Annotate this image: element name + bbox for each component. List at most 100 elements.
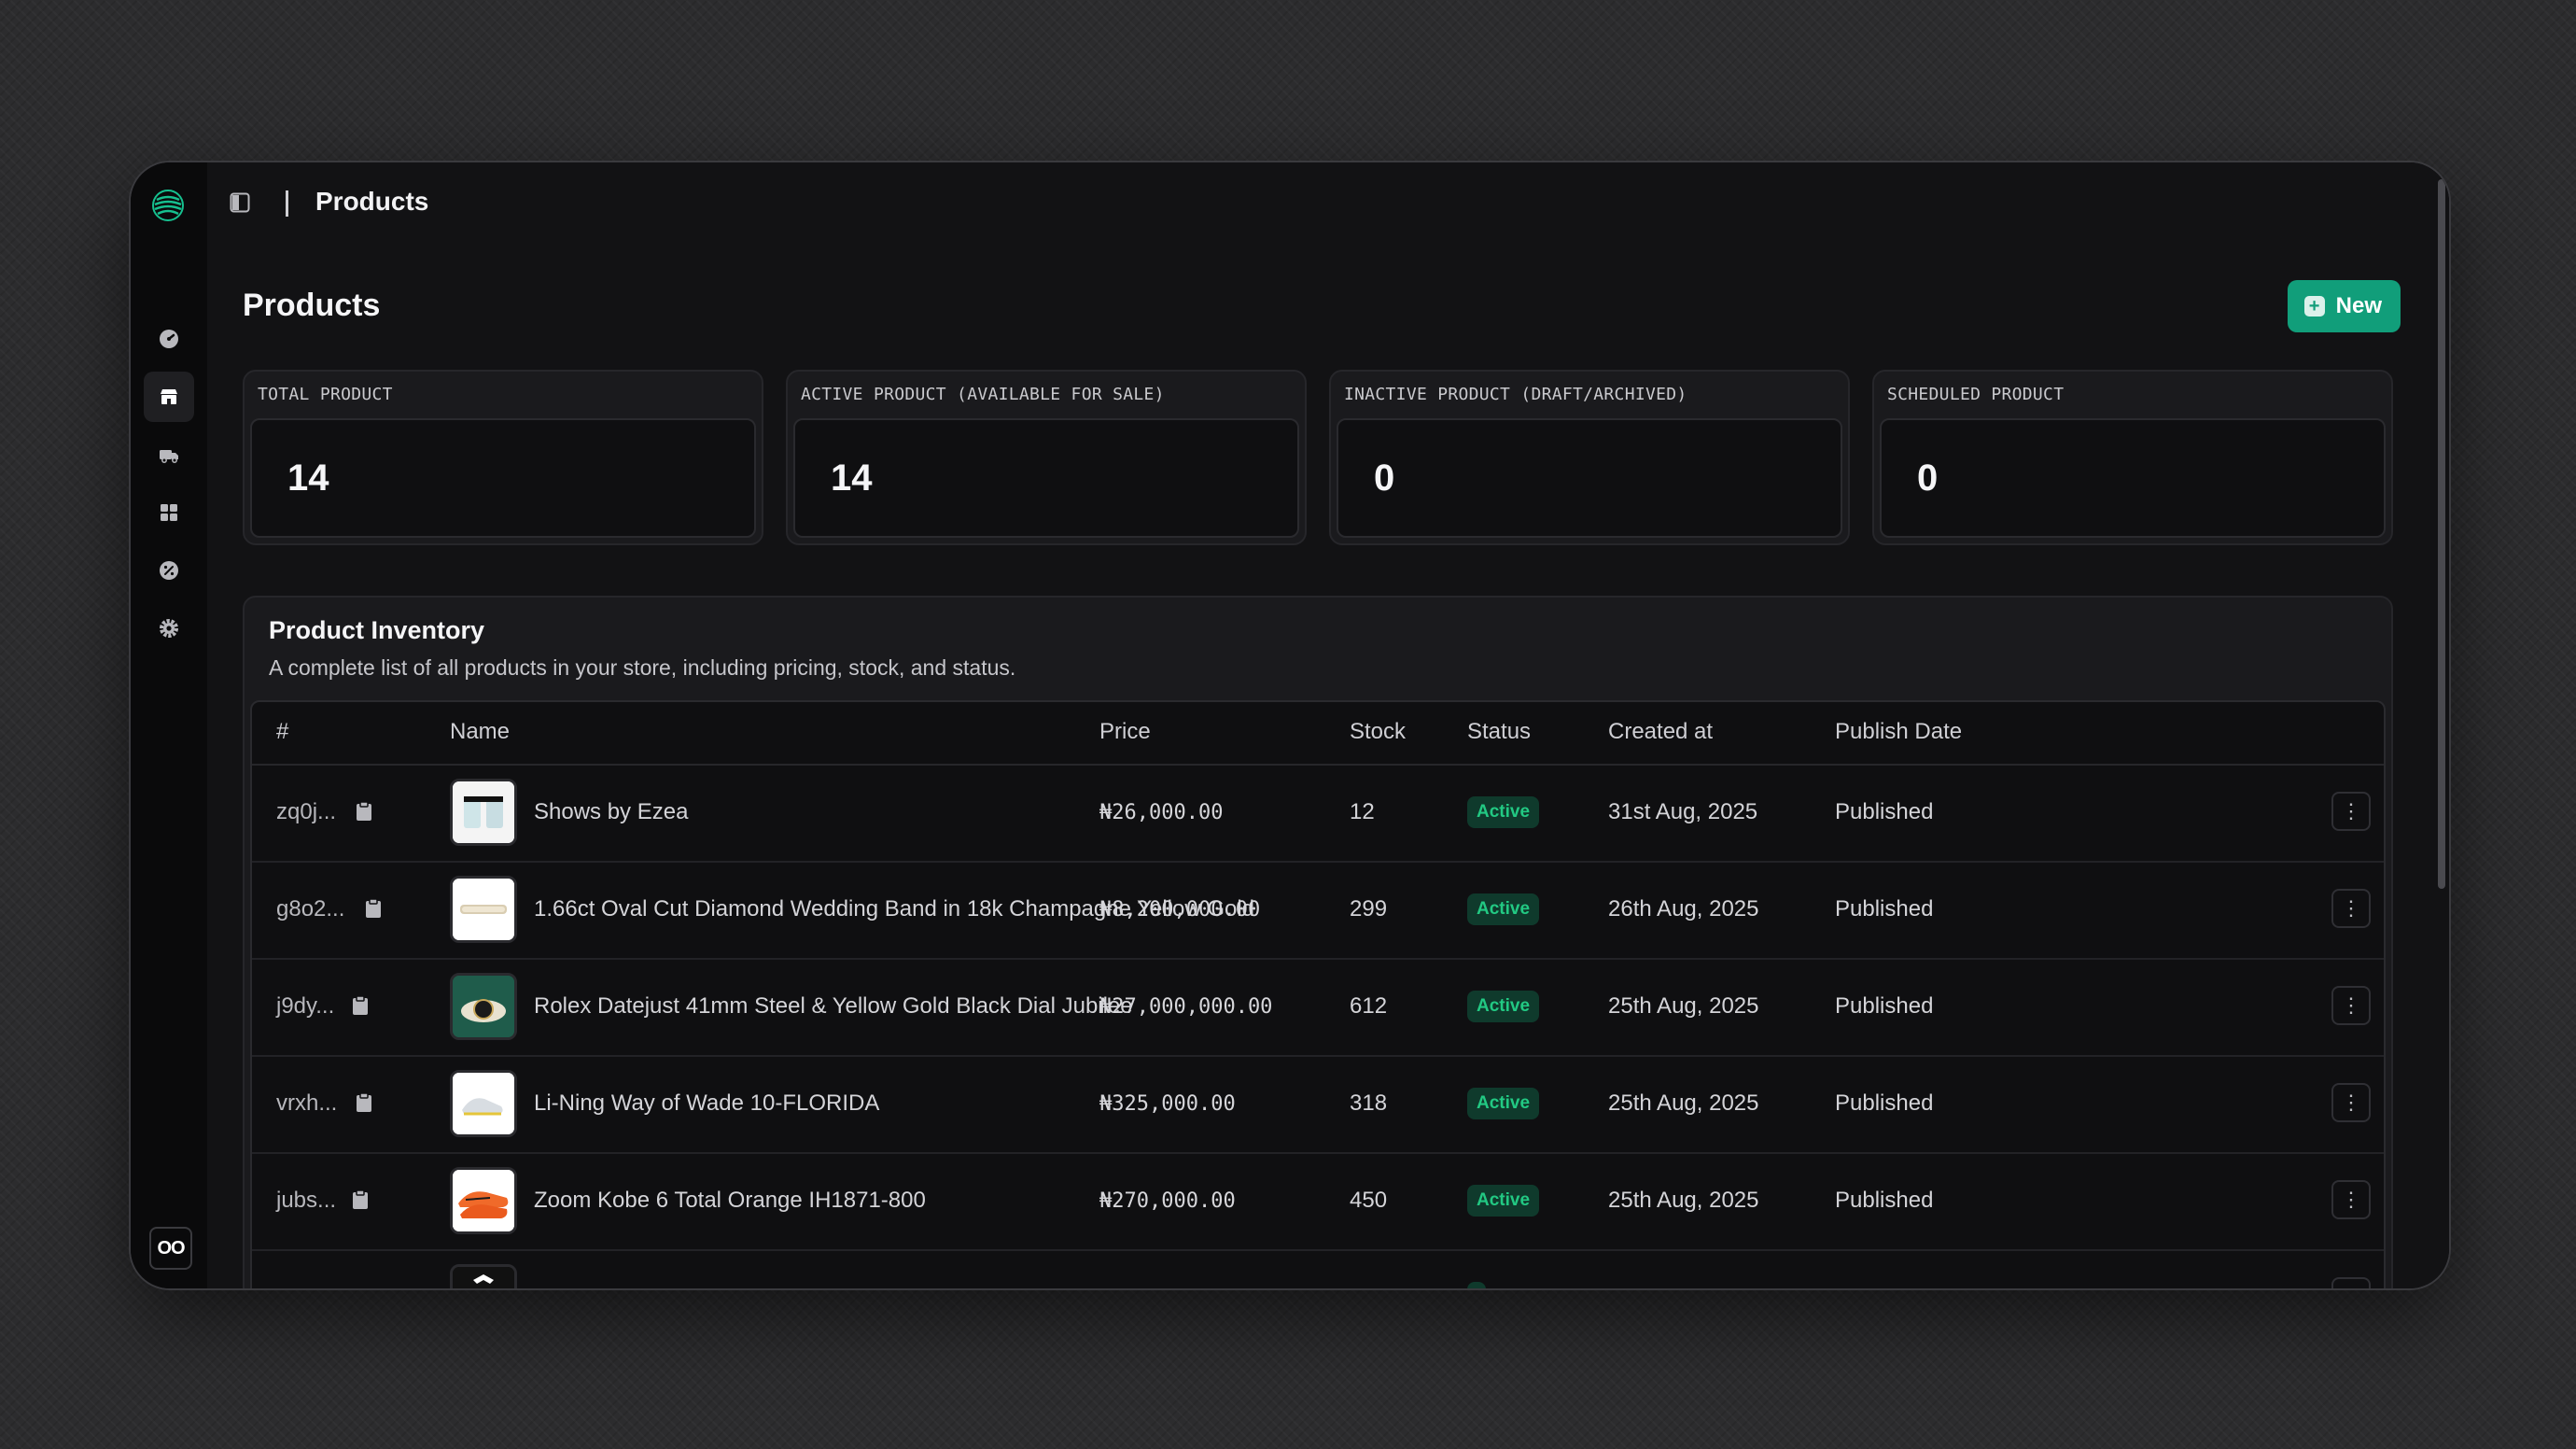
stat-value-box: 0	[1337, 418, 1842, 538]
created-date: 25th Aug, 2025	[1608, 1090, 1759, 1116]
product-stock: 12	[1350, 799, 1375, 824]
product-thumbnail	[450, 973, 517, 1040]
clipboard-icon[interactable]	[364, 898, 383, 919]
stat-value: 14	[287, 457, 329, 499]
status-badge: Active	[1467, 1088, 1540, 1119]
products-table: # Name Price Stock Status Created at Pub…	[250, 700, 2386, 1288]
product-image-icon	[453, 781, 514, 843]
status-badge: Active	[1467, 991, 1540, 1022]
product-id: zq0j...	[276, 799, 337, 824]
status-badge	[1467, 1282, 1486, 1288]
table-row[interactable]: jubs... Zoom Kobe 6 Total Orange IH1871-…	[252, 1152, 2384, 1251]
product-price: ₦8,200,000.00	[1099, 898, 1261, 921]
stat-value: 0	[1374, 457, 1395, 499]
row-actions-button[interactable]: ⋮	[2331, 1180, 2371, 1219]
more-vertical-icon: ⋮	[2341, 799, 2361, 823]
clipboard-icon[interactable]	[351, 1189, 370, 1210]
app-window: OO Products Products + New TOTAL PRODUCT…	[129, 161, 2451, 1290]
clipboard-icon[interactable]	[351, 995, 370, 1016]
page-scrollbar[interactable]	[2438, 179, 2445, 889]
inventory-subtitle: A complete list of all products in your …	[269, 655, 1016, 680]
plus-icon: +	[2303, 296, 2325, 317]
product-name[interactable]: Li-Ning Way of Wade 10-FLORIDA	[534, 1090, 879, 1117]
product-image-icon	[453, 1170, 514, 1231]
created-date: 25th Aug, 2025	[1608, 1188, 1759, 1213]
stat-label: SCHEDULED PRODUCT	[1887, 385, 2065, 404]
more-vertical-icon: ⋮	[2341, 896, 2361, 920]
product-thumbnail	[450, 1070, 517, 1137]
sidebar-toggle-icon[interactable]	[230, 192, 250, 213]
stat-card-active: ACTIVE PRODUCT (AVAILABLE FOR SALE) 14	[786, 370, 1307, 545]
store-icon	[161, 389, 177, 404]
table-row[interactable]: g8o2... 1.66ct Oval Cut Diamond Wedding …	[252, 861, 2384, 960]
settings-icon	[160, 619, 178, 638]
publish-status: Published	[1835, 993, 1934, 1019]
column-header-created[interactable]: Created at	[1608, 719, 1713, 745]
stat-card-total: TOTAL PRODUCT 14	[243, 370, 763, 545]
inventory-title: Product Inventory	[269, 616, 485, 644]
sidebar-item-orders[interactable]	[144, 429, 194, 480]
product-inventory-card: Product Inventory A complete list of all…	[243, 596, 2393, 1288]
product-name[interactable]: Rolex Datejust 41mm Steel & Yellow Gold …	[534, 993, 1133, 1020]
sidebar-item-dashboard[interactable]	[144, 314, 194, 364]
row-actions-button[interactable]: ⋮	[2331, 986, 2371, 1025]
stat-value-box: 14	[793, 418, 1299, 538]
product-stock: 318	[1350, 1090, 1388, 1116]
column-header-stock[interactable]: Stock	[1350, 719, 1406, 745]
more-vertical-icon: ⋮	[2341, 1188, 2361, 1211]
product-name[interactable]: Zoom Kobe 6 Total Orange IH1871-800	[534, 1188, 926, 1214]
column-header-publish[interactable]: Publish Date	[1835, 719, 1962, 745]
sidebar-item-categories[interactable]	[144, 487, 194, 538]
product-stock: 450	[1350, 1188, 1388, 1213]
column-header-name[interactable]: Name	[450, 719, 510, 745]
table-row[interactable]: j9dy... Rolex Datejust 41mm Steel & Yell…	[252, 958, 2384, 1057]
row-actions-button[interactable]: ⋮	[2331, 1083, 2371, 1122]
new-product-button[interactable]: + New	[2287, 280, 2401, 332]
created-date: 26th Aug, 2025	[1608, 896, 1759, 921]
stat-value: 14	[831, 457, 873, 499]
table-row[interactable]	[252, 1249, 2384, 1288]
more-vertical-icon: ⋮	[2341, 1090, 2361, 1114]
product-price: ₦270,000.00	[1099, 1189, 1236, 1213]
created-date: 31st Aug, 2025	[1608, 799, 1758, 824]
table-row[interactable]: zq0j... Shows by Ezea ₦26,000.00 12 Acti…	[252, 764, 2384, 863]
stat-value-box: 14	[250, 418, 756, 538]
publish-status: Published	[1835, 1188, 1934, 1213]
product-image-icon	[453, 976, 514, 1037]
product-image-icon	[453, 879, 514, 940]
more-vertical-icon: ⋮	[2341, 993, 2361, 1017]
stats-row: TOTAL PRODUCT 14 ACTIVE PRODUCT (AVAILAB…	[243, 370, 2393, 545]
column-header-id[interactable]: #	[276, 719, 288, 745]
sidebar: OO	[131, 162, 207, 1288]
app-logo-icon[interactable]	[151, 189, 185, 222]
stat-value-box: 0	[1880, 418, 2386, 538]
row-actions-button[interactable]: ⋮	[2331, 889, 2371, 928]
stat-card-scheduled: SCHEDULED PRODUCT 0	[1872, 370, 2393, 545]
orders-icon	[160, 450, 178, 463]
breadcrumb[interactable]: Products	[315, 187, 428, 217]
product-id: jubs...	[276, 1188, 337, 1213]
new-button-label: New	[2335, 293, 2382, 318]
product-price: ₦27,000,000.00	[1099, 995, 1273, 1019]
product-thumbnail	[450, 876, 517, 943]
sidebar-item-settings[interactable]	[144, 603, 194, 654]
sidebar-item-discounts[interactable]	[144, 545, 194, 596]
row-actions-button[interactable]	[2331, 1277, 2371, 1288]
clipboard-icon[interactable]	[355, 801, 373, 822]
breadcrumb-separator	[286, 190, 288, 217]
publish-status: Published	[1835, 896, 1934, 921]
row-actions-button[interactable]: ⋮	[2331, 792, 2371, 831]
sidebar-item-products[interactable]	[144, 372, 194, 422]
table-row[interactable]: vrxh... Li-Ning Way of Wade 10-FLORIDA ₦…	[252, 1055, 2384, 1154]
product-image-icon	[453, 1073, 514, 1134]
stat-label: TOTAL PRODUCT	[258, 385, 393, 404]
publish-status: Published	[1835, 1090, 1934, 1116]
discount-icon	[160, 561, 178, 580]
stat-label: ACTIVE PRODUCT (AVAILABLE FOR SALE)	[801, 385, 1165, 404]
clipboard-icon[interactable]	[355, 1092, 373, 1113]
column-header-price[interactable]: Price	[1099, 719, 1151, 745]
product-name[interactable]: Shows by Ezea	[534, 799, 688, 825]
column-header-status[interactable]: Status	[1467, 719, 1531, 745]
workspace-logo-button[interactable]: OO	[149, 1227, 192, 1270]
product-price: ₦26,000.00	[1099, 801, 1224, 824]
